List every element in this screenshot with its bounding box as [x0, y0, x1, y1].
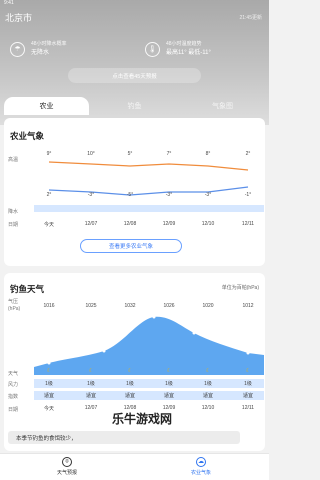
- temp-label: 48小时温度趋势: [166, 41, 202, 47]
- moon-icon: ☾: [245, 368, 251, 374]
- fish-wind-2: 1级: [126, 381, 134, 387]
- fish-wind-strip: [34, 379, 264, 388]
- agri-dates-4: 12/10: [201, 221, 215, 227]
- agri-highs-3: 7°: [166, 151, 172, 157]
- fish-dates-5: 12/11: [241, 405, 255, 411]
- fish-level-0: 适宜: [43, 393, 54, 399]
- fish-label-wind: 风力: [8, 382, 19, 388]
- nav-weather-label: 天气预报: [56, 470, 77, 476]
- fish-wind-4: 1级: [204, 381, 212, 387]
- fish-level-2: 适宜: [124, 393, 135, 399]
- tabs: 农业 钓鱼 气象图: [0, 97, 269, 115]
- agri-lows-2: -5°: [126, 192, 134, 198]
- fish-pressures-3: 1026: [163, 303, 175, 309]
- fish-label-date: 日期: [8, 407, 19, 413]
- fish-pressures-5: 1012: [242, 303, 254, 309]
- agri-highs-1: 10°: [87, 151, 95, 157]
- fish-notice: 本季节钓鱼的食饵较少，: [8, 431, 240, 444]
- fish-level-5: 适宜: [242, 393, 253, 399]
- fish-dates-4: 12/10: [201, 405, 215, 411]
- tab-weather-map[interactable]: 气象图: [180, 97, 265, 115]
- fish-pressures-0: 1016: [43, 303, 55, 309]
- fish-pressures-1: 1025: [85, 303, 97, 309]
- agri-lows-5: -1°: [244, 192, 252, 198]
- agri-dates-5: 12/11: [241, 221, 255, 227]
- agri-highs-4: 8°: [205, 151, 211, 157]
- agri-more-button[interactable]: 查看更多农业气象: [80, 239, 182, 253]
- precip-card[interactable]: ☂ 48小时降水概率 无降水: [10, 40, 67, 58]
- fish-label-level: 指数: [8, 394, 19, 400]
- fish-level-3: 适宜: [163, 393, 174, 399]
- updated-time: 21:45更新: [239, 15, 262, 21]
- fish-pressure-chart: [34, 315, 264, 375]
- moon-icon: ☾: [127, 368, 133, 374]
- agri-dates-0: 今天: [43, 222, 54, 228]
- fish-label-weather: 天气: [8, 371, 19, 377]
- agri-highs-0: 9°: [46, 151, 52, 157]
- fish-wind-1: 1级: [87, 381, 95, 387]
- fish-wind-5: 1级: [244, 381, 252, 387]
- forecast-45-button[interactable]: 点击查看45天预报: [68, 68, 201, 83]
- temp-card[interactable]: 🌡 48小时温度趋势 最高11° 最低-11°: [145, 40, 211, 58]
- fish-pressures-4: 1020: [202, 303, 214, 309]
- agri-highs-2: 5°: [127, 151, 133, 157]
- fish-level-strip: [34, 391, 264, 400]
- nav-weather[interactable]: ⌾ 天气预报: [42, 457, 92, 476]
- fish-pressures-2: 1032: [124, 303, 136, 309]
- fish-level-4: 适宜: [202, 393, 213, 399]
- agri-panel: 农业气象 高温 降水 日期 9° 2° 今天 10° -3° 12/07 5° -5° 12/0…: [4, 118, 265, 266]
- umbrella-icon: ☂: [10, 41, 25, 57]
- fish-dates-1: 12/07: [84, 405, 98, 411]
- nav-agri[interactable]: ☁ 农业气象: [176, 457, 226, 476]
- agri-lows-3: -3°: [165, 192, 173, 198]
- precip-label: 48小时降水概率: [31, 41, 67, 47]
- city-title[interactable]: 北京市: [5, 11, 32, 24]
- temp-value: 最高11° 最低-11°: [166, 50, 211, 56]
- agri-label-date: 日期: [8, 222, 19, 228]
- location-pin-icon: ⌾: [62, 457, 72, 467]
- agri-dates-3: 12/09: [162, 221, 176, 227]
- moon-icon: ☾: [205, 368, 211, 374]
- fish-level-1: 适宜: [85, 393, 96, 399]
- fish-wind-0: 1级: [45, 381, 53, 387]
- tab-agri[interactable]: 农业: [4, 97, 89, 115]
- agri-wind-strip: [34, 205, 264, 212]
- status-time: 9:41: [4, 0, 14, 6]
- agri-lows-0: 2°: [46, 192, 52, 198]
- moon-icon: ☾: [166, 368, 172, 374]
- fish-unit-note: 单位为百帕(hPa): [221, 285, 259, 291]
- precip-value: 无降水: [31, 50, 50, 56]
- fish-title: 钓鱼天气: [10, 284, 45, 294]
- agri-dates-2: 12/08: [123, 221, 137, 227]
- moon-icon: ☾: [88, 368, 94, 374]
- cloud-icon: ☁: [196, 457, 206, 467]
- watermark: 乐牛游戏网: [112, 412, 173, 426]
- agri-lows-4: -3°: [204, 192, 212, 198]
- thermometer-icon: 🌡: [145, 41, 160, 57]
- moon-icon: ☾: [46, 368, 52, 374]
- fish-wind-3: 1级: [165, 381, 173, 387]
- agri-lows-1: -3°: [87, 192, 95, 198]
- nav-agri-label: 农业气象: [190, 470, 211, 476]
- agri-dates-1: 12/07: [84, 221, 98, 227]
- fish-dates-0: 今天: [43, 406, 54, 412]
- bottom-nav: ⌾ 天气预报 ☁ 农业气象: [0, 453, 269, 480]
- tab-fishing[interactable]: 钓鱼: [92, 97, 177, 115]
- agri-highs-5: 2°: [245, 151, 251, 157]
